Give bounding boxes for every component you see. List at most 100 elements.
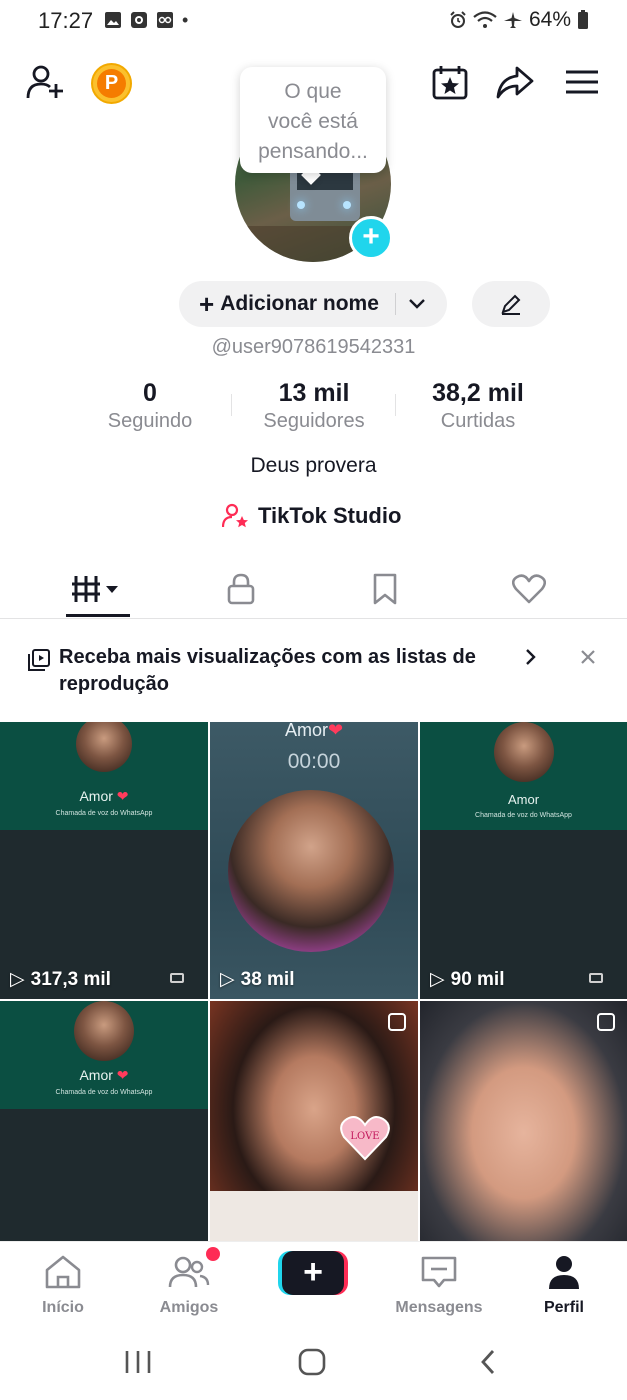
nav-label: Início bbox=[42, 1299, 84, 1316]
friends-icon bbox=[168, 1256, 210, 1288]
nav-friends[interactable]: Amigos bbox=[134, 1254, 244, 1317]
likes-label[interactable]: Curtidas bbox=[398, 410, 558, 433]
status-note-bubble[interactable]: O que você está pensando... bbox=[240, 67, 386, 173]
close-icon[interactable] bbox=[580, 649, 596, 665]
video-thumbnail[interactable]: Amor Chamada de voz do WhatsApp ▷ 90 mil bbox=[420, 722, 627, 999]
plus-icon: + bbox=[282, 1251, 344, 1295]
pencil-icon bbox=[501, 294, 521, 315]
bubble-line: pensando... bbox=[258, 140, 368, 163]
bubble-line: O que bbox=[284, 80, 342, 103]
multi-photo-icon bbox=[388, 1013, 406, 1031]
airplane-mode-icon bbox=[503, 12, 522, 28]
profile-icon bbox=[549, 1256, 579, 1289]
inbox-icon bbox=[421, 1256, 457, 1288]
thumbnail-subtitle: Chamada de voz do WhatsApp bbox=[55, 1089, 153, 1096]
nav-profile[interactable]: Perfil bbox=[509, 1254, 619, 1317]
tab-private[interactable] bbox=[163, 560, 319, 618]
nav-home[interactable]: Início bbox=[8, 1254, 118, 1317]
heart-icon bbox=[512, 574, 546, 604]
tab-liked[interactable] bbox=[451, 560, 607, 618]
nav-inbox[interactable]: Mensagens bbox=[384, 1254, 494, 1317]
recent-apps-icon[interactable] bbox=[123, 1349, 153, 1375]
home-button-icon[interactable] bbox=[297, 1347, 327, 1377]
view-count: ▷ 90 mil bbox=[430, 968, 505, 991]
battery-icon bbox=[578, 10, 588, 29]
add-photo-button[interactable]: + bbox=[349, 216, 393, 260]
create-button[interactable]: + bbox=[278, 1251, 348, 1297]
chevron-right-icon[interactable] bbox=[524, 648, 538, 666]
bubble-line: você está bbox=[268, 110, 358, 133]
thumbnail-title: Amor❤ bbox=[284, 722, 344, 740]
following-count[interactable]: 0 bbox=[70, 379, 230, 408]
play-icon: ▷ bbox=[430, 969, 445, 990]
thumbnail-avatar bbox=[74, 1001, 134, 1061]
menu-icon[interactable] bbox=[562, 62, 602, 102]
likes-count[interactable]: 38,2 mil bbox=[398, 379, 558, 408]
stat-divider bbox=[231, 394, 232, 416]
following-label[interactable]: Seguindo bbox=[70, 410, 230, 433]
nav-label: Mensagens bbox=[395, 1299, 483, 1316]
thumbnail-title: Amor ❤ bbox=[79, 1067, 129, 1083]
more-notifications-dot: • bbox=[182, 10, 189, 30]
calendar-star-icon[interactable] bbox=[430, 62, 470, 102]
followers-count[interactable]: 13 mil bbox=[234, 379, 394, 408]
stat-divider bbox=[395, 394, 396, 416]
call-timer: 00:00 bbox=[287, 750, 341, 773]
active-tab-indicator bbox=[66, 614, 130, 617]
studio-label: TikTok Studio bbox=[258, 503, 402, 528]
share-icon[interactable] bbox=[495, 62, 535, 102]
play-icon: ▷ bbox=[220, 969, 235, 990]
view-count: ▷ 38 mil bbox=[220, 968, 295, 991]
sticker-text: LOVE bbox=[350, 1131, 380, 1142]
back-icon[interactable] bbox=[478, 1348, 498, 1376]
caller-photo bbox=[228, 790, 394, 952]
thumbnail-subtitle: Chamada de voz do WhatsApp bbox=[55, 810, 153, 817]
view-count: ▷ 317,3 mil bbox=[10, 968, 111, 991]
video-thumbnail[interactable]: Amor❤ 00:00 ▷ 38 mil bbox=[210, 722, 418, 999]
add-name-label: Adicionar nome bbox=[220, 292, 379, 315]
tab-videos[interactable] bbox=[20, 560, 176, 618]
love-sticker: LOVE bbox=[340, 1115, 390, 1161]
caption-icon bbox=[170, 973, 184, 983]
video-thumbnail[interactable] bbox=[420, 1001, 627, 1241]
video-thumbnail[interactable]: LOVE bbox=[210, 1001, 418, 1241]
edit-profile-button[interactable] bbox=[472, 281, 550, 327]
plus-icon: + bbox=[199, 289, 215, 319]
caption-icon bbox=[589, 973, 603, 983]
tiktok-studio-link[interactable]: TikTok Studio bbox=[222, 503, 401, 529]
gallery-notification-icon bbox=[105, 12, 121, 28]
profile-bio: Deus provera bbox=[250, 454, 377, 477]
thumbnail-title: Amor bbox=[507, 792, 540, 807]
notification-dot bbox=[206, 1247, 220, 1261]
coin-icon: P bbox=[97, 69, 126, 98]
profile-tabs bbox=[0, 560, 627, 619]
videos-grid-icon bbox=[72, 576, 118, 602]
banner-text: Receba mais visualizações com as listas … bbox=[59, 646, 476, 695]
home-icon bbox=[45, 1255, 81, 1289]
separator bbox=[394, 293, 396, 315]
bookmark-icon bbox=[373, 573, 397, 605]
multi-photo-icon bbox=[597, 1013, 615, 1031]
creator-star-icon bbox=[222, 503, 248, 528]
wifi-icon bbox=[473, 11, 497, 28]
playlist-icon bbox=[28, 649, 50, 671]
chevron-down-icon bbox=[409, 299, 425, 309]
thumbnail-background bbox=[0, 1109, 208, 1241]
add-friend-icon[interactable] bbox=[25, 62, 65, 102]
play-icon: ▷ bbox=[10, 969, 25, 990]
add-name-button[interactable]: + Adicionar nome bbox=[179, 281, 447, 327]
video-thumbnail[interactable]: Amor ❤ Chamada de voz do WhatsApp ▷ 317,3… bbox=[0, 722, 208, 999]
notification-icons: • bbox=[104, 11, 188, 29]
status-time: 17:27 bbox=[38, 8, 94, 33]
system-navigation-bar bbox=[0, 1326, 627, 1400]
tab-saved[interactable] bbox=[307, 560, 463, 618]
thumbnail-background bbox=[210, 1191, 418, 1241]
thumbnail-subtitle: Chamada de voz do WhatsApp bbox=[475, 812, 572, 819]
followers-label[interactable]: Seguidores bbox=[234, 410, 394, 433]
thumbnail-avatar bbox=[494, 722, 554, 782]
status-bar: 17:27 • 64% bbox=[0, 0, 627, 40]
nav-label: Amigos bbox=[159, 1299, 219, 1316]
coins-button[interactable]: P bbox=[91, 63, 132, 104]
username: @user9078619542331 bbox=[211, 336, 416, 358]
video-thumbnail[interactable]: Amor ❤ Chamada de voz do WhatsApp bbox=[0, 1001, 208, 1241]
